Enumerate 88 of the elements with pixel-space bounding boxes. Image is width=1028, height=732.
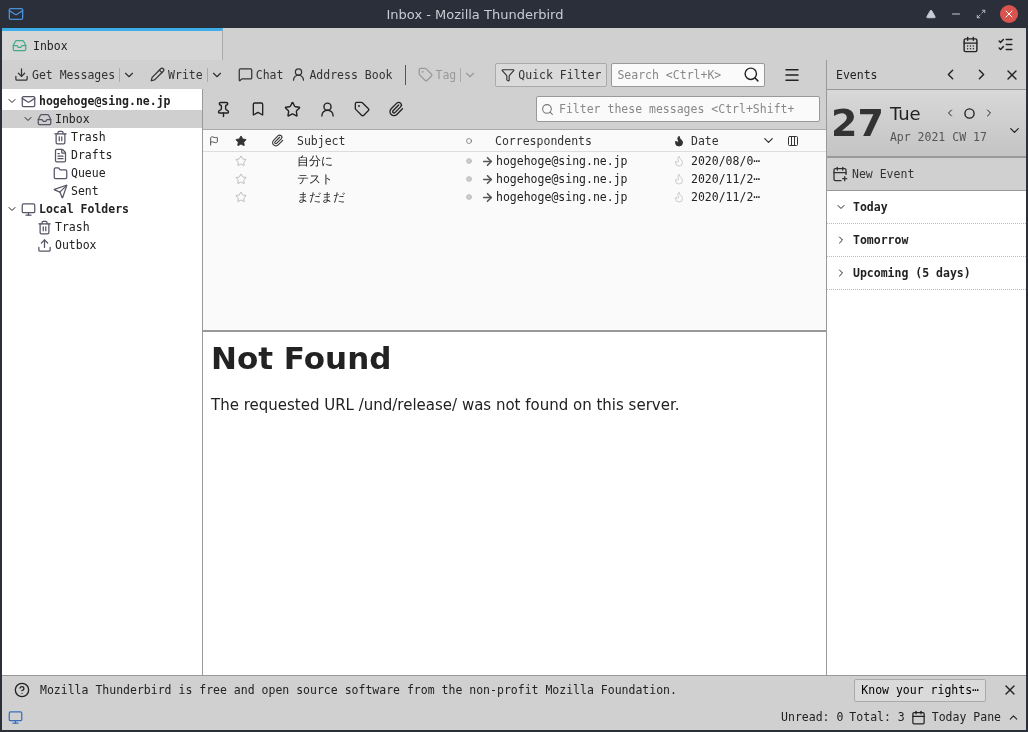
maximize-icon[interactable] (976, 9, 986, 19)
paperclip-icon[interactable] (270, 134, 284, 147)
subject-cell: テスト (297, 171, 333, 187)
toolbar-button[interactable]: Get Messages (10, 65, 120, 84)
folder-item[interactable]: Trash (2, 128, 202, 146)
date-cell: 2020/11/2⋯ (691, 172, 761, 186)
folder-label: Sent (71, 184, 99, 198)
tab[interactable]: Inbox (2, 28, 223, 60)
bookmark-icon[interactable] (250, 101, 266, 117)
weekday: Tue (889, 102, 922, 124)
folder-label: Trash (55, 220, 90, 234)
section-label[interactable]: Upcoming (5 days) (853, 266, 971, 280)
filter-field[interactable]: Filter these messages <Ctrl+Shift+ (536, 96, 820, 122)
quick-filter-button[interactable]: Quick Filter (495, 62, 608, 87)
help-icon (14, 682, 30, 698)
star-icon[interactable] (235, 155, 247, 167)
keep-above-icon[interactable] (926, 9, 936, 19)
junk-icon[interactable] (673, 134, 685, 147)
toolbar-button[interactable]: Write (146, 65, 207, 84)
calendar-icon[interactable] (962, 35, 979, 53)
folder-item[interactable]: Outbox (2, 236, 202, 254)
folder-label: Queue (71, 166, 106, 180)
folder-item[interactable]: hogehoge@sing.ne.jp (2, 92, 202, 110)
folder-label: Local Folders (39, 202, 129, 216)
subject-cell: 自分に (297, 153, 333, 169)
read-icon[interactable] (466, 137, 472, 144)
unread-count: Unread: 0 (781, 710, 844, 724)
correspondent-cell: hogehoge@sing.ne.jp (496, 154, 628, 168)
folder-label: Inbox (55, 112, 90, 126)
column-picker-icon[interactable] (787, 134, 799, 147)
folder-item[interactable]: Sent (2, 182, 202, 200)
date-cell: 2020/08/0⋯ (691, 154, 761, 168)
folder-item[interactable]: Trash (2, 218, 202, 236)
section-label[interactable]: Tomorrow (853, 233, 909, 247)
folder-item[interactable]: Queue (2, 164, 202, 182)
folder-label: Outbox (55, 238, 97, 252)
calendar-icon (910, 709, 926, 725)
paperclip-icon[interactable] (388, 101, 404, 117)
folder-label: hogehoge@sing.ne.jp (39, 94, 171, 108)
subject-cell: まだまだ (297, 189, 345, 205)
window-title: Inbox - Mozilla Thunderbird (385, 6, 565, 22)
today-icon[interactable] (964, 107, 975, 119)
today-pane-toggle[interactable]: Today Pane (931, 710, 1001, 724)
month-line: Apr 2021 CW 17 (889, 129, 988, 144)
inbox-icon (12, 38, 27, 53)
pin-icon[interactable] (215, 100, 232, 118)
search-icon[interactable] (743, 65, 761, 83)
arrow-icon (481, 190, 494, 204)
day-number: 27 (831, 101, 884, 145)
search-icon (541, 102, 554, 116)
section-label[interactable]: Today (853, 200, 888, 214)
get-icon[interactable] (14, 67, 29, 82)
arrow-icon (481, 172, 494, 186)
search-field[interactable]: Search <Ctrl+K> (611, 62, 766, 87)
app-icon (8, 6, 24, 22)
date-cell: 2020/11/2⋯ (691, 190, 761, 204)
star-icon[interactable] (235, 191, 247, 203)
folder-item[interactable]: Local Folders (2, 200, 202, 218)
column-header[interactable]: Date (691, 133, 719, 148)
tag-icon[interactable] (354, 101, 370, 117)
toolbar-button[interactable]: Chat (233, 65, 288, 84)
write-icon[interactable] (150, 67, 166, 82)
page-text: The requested URL /und/release/ was not found on this server. (211, 396, 681, 414)
star-icon[interactable] (235, 173, 247, 185)
page-heading: Not Found (211, 340, 393, 376)
folder-item[interactable]: Inbox (2, 110, 202, 128)
column-header[interactable]: Subject (297, 133, 346, 148)
total-count: Total: 3 (849, 710, 905, 724)
folder-label: Drafts (71, 148, 113, 162)
contact-icon[interactable] (319, 100, 336, 118)
arrow-icon (481, 154, 494, 168)
folder-label: Trash (71, 130, 106, 144)
calendar-plus-icon[interactable] (832, 166, 848, 182)
correspondent-cell: hogehoge@sing.ne.jp (496, 190, 628, 204)
star-icon[interactable] (235, 134, 247, 147)
contacts-icon[interactable] (291, 67, 307, 82)
filter-icon[interactable] (501, 67, 516, 82)
notification-text: Mozilla Thunderbird is free and open source software from the non-profit Mozilla Foundation. (40, 683, 677, 697)
column-header[interactable]: Correspondents (481, 133, 592, 148)
star-icon[interactable] (284, 100, 301, 118)
tab-label: Inbox (33, 38, 68, 53)
know-rights-button[interactable]: Know your rights⋯ (854, 678, 986, 702)
toolbar-button[interactable]: Address Book (287, 65, 397, 84)
chat-icon[interactable] (237, 67, 253, 82)
folder-item[interactable]: Drafts (2, 146, 202, 164)
online-icon[interactable] (8, 709, 23, 725)
correspondent-cell: hogehoge@sing.ne.jp (496, 172, 628, 186)
pane-title: Events (836, 67, 879, 82)
